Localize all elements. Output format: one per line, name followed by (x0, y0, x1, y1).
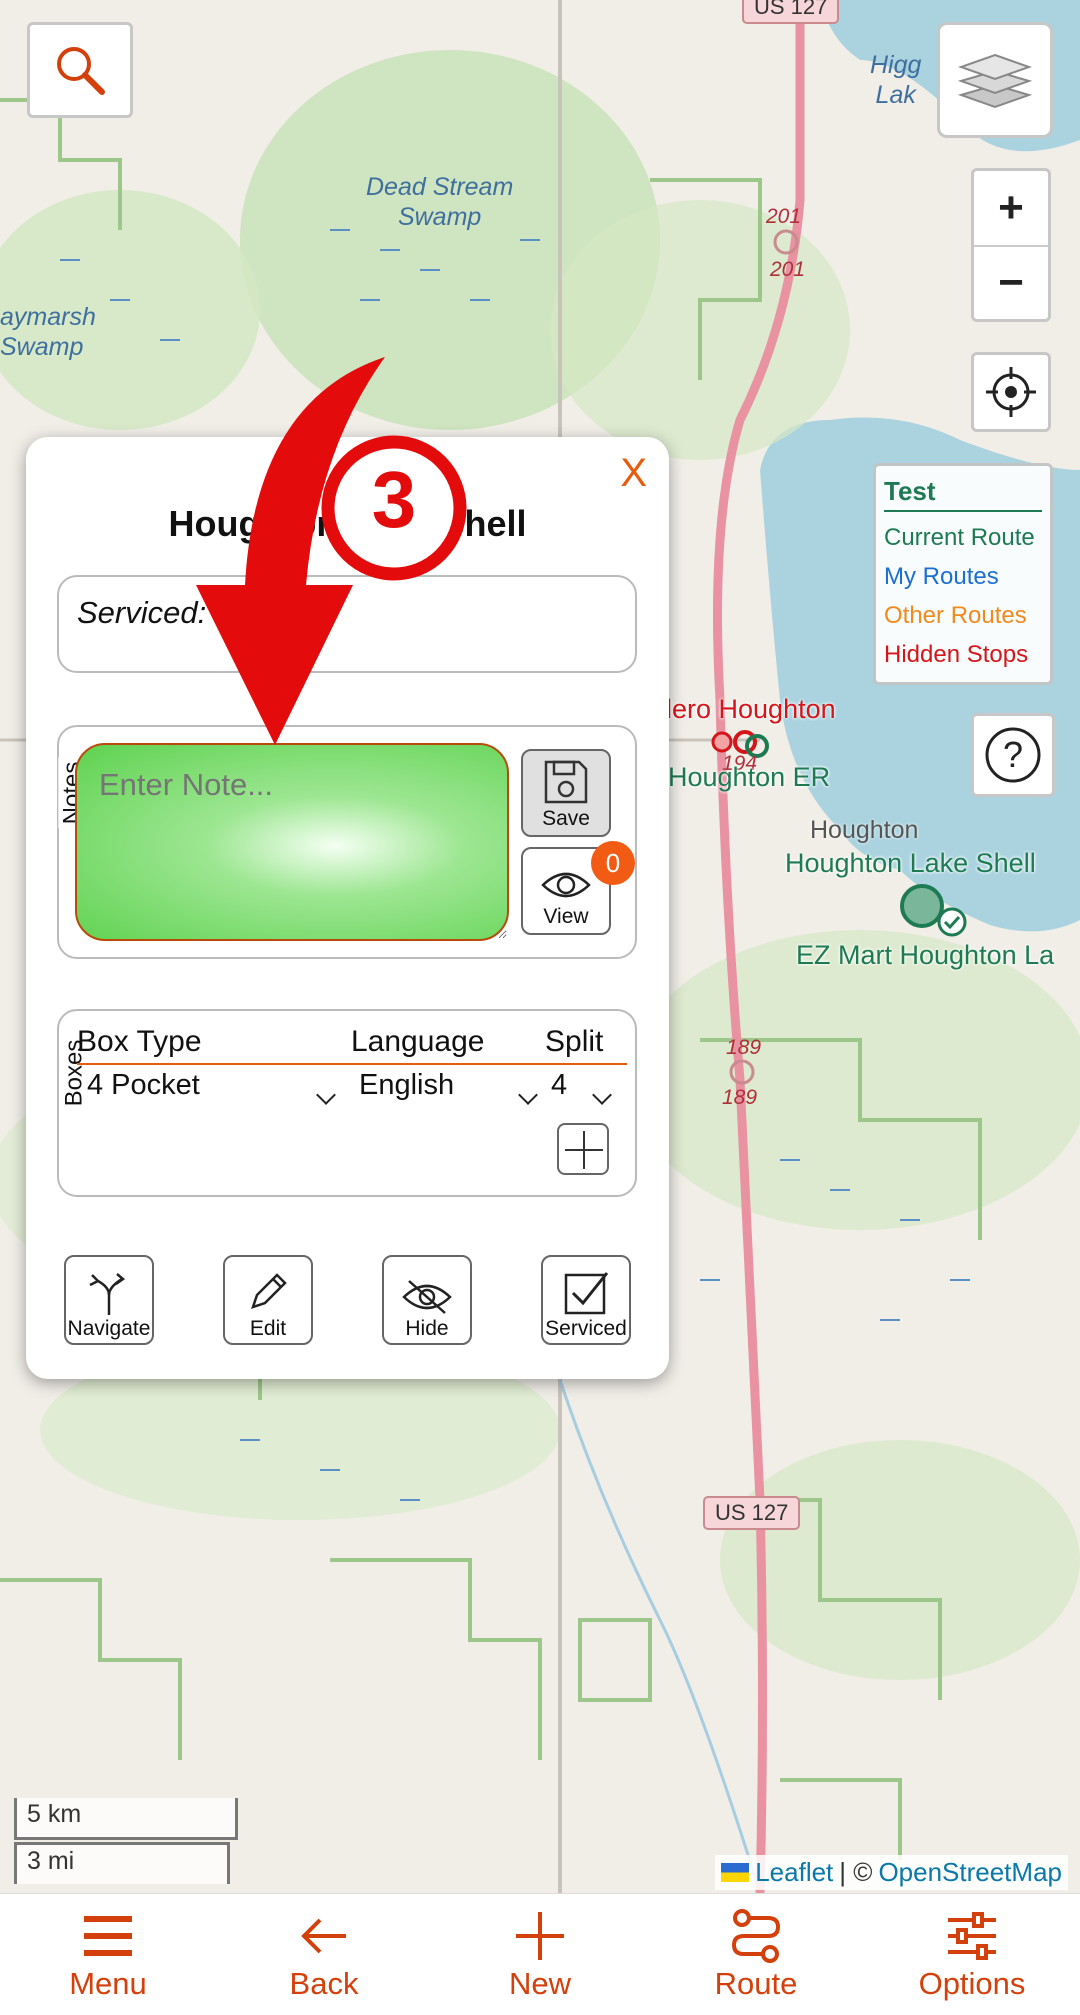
layers-icon (957, 53, 1033, 109)
plus-icon (516, 1911, 564, 1960)
search-icon (57, 47, 105, 95)
nav-route[interactable]: Route (648, 1894, 864, 2015)
route-shield-bottom: US 127 (703, 1496, 801, 1530)
map-label-swamp-west: aymarsh Swamp (0, 303, 96, 361)
route-legend: Test Current Route My Routes Other Route… (873, 463, 1053, 685)
locate-button[interactable] (971, 352, 1051, 432)
route-number: 189 (726, 1036, 762, 1059)
poi-label-houghton-lake-shell[interactable]: Houghton Lake Shell (785, 848, 1036, 879)
add-box-button[interactable] (557, 1123, 609, 1175)
legend-item-my-routes[interactable]: My Routes (884, 557, 1042, 596)
eye-slash-icon (402, 1280, 452, 1314)
boxes-section: Boxes Box Type Language Split 4 Pocket E… (57, 1009, 637, 1197)
serviced-button[interactable]: Serviced (541, 1255, 631, 1345)
town-label-houghton: Houghton (810, 816, 919, 844)
nav-back[interactable]: Back (216, 1894, 432, 2015)
ukraine-flag-icon (721, 1863, 750, 1882)
boxes-header-row: Box Type Language Split (77, 1025, 627, 1065)
help-icon: ? (985, 727, 1041, 783)
edit-button[interactable]: Edit (223, 1255, 313, 1345)
zoom-control: + − (971, 168, 1051, 322)
zoom-out-button[interactable]: − (974, 245, 1048, 319)
route-shield-top: US 127 (742, 0, 840, 24)
hide-label: Hide (405, 1317, 449, 1340)
layers-button[interactable] (937, 22, 1053, 138)
route-number: 189 (722, 1086, 758, 1109)
close-popup-button[interactable]: X (620, 451, 647, 496)
view-label: View (543, 905, 589, 928)
legend-item-other-routes[interactable]: Other Routes (884, 596, 1042, 635)
eye-icon (541, 872, 591, 898)
nav-options-label: Options (918, 1965, 1026, 2001)
stop-popup: X Houghton Lake Shell Serviced: Notes Sa… (26, 437, 669, 1379)
box-entry-row: 4 Pocket English 4 (77, 1069, 627, 1109)
serviced-status: Serviced: (57, 575, 637, 673)
poi-label-hero-houghton[interactable]: lero Houghton (666, 694, 836, 725)
edit-label: Edit (249, 1317, 287, 1340)
hamburger-icon (84, 1915, 132, 1956)
map-label-dead-stream-swamp: Dead Stream Swamp (366, 173, 514, 231)
view-notes-button[interactable]: View 0 (521, 841, 635, 935)
leaflet-link[interactable]: Leaflet (755, 1857, 833, 1888)
legend-title: Test (884, 476, 1042, 512)
chevron-down-icon (518, 1077, 538, 1110)
header-language: Language (351, 1025, 485, 1058)
openstreetmap-link[interactable]: OpenStreetMap (878, 1857, 1062, 1888)
help-button[interactable]: ? (971, 713, 1055, 797)
save-note-button[interactable]: Save (521, 749, 611, 837)
route-icon (731, 1908, 781, 1963)
checkbox-checked-icon (564, 1272, 609, 1315)
nav-back-label: Back (289, 1965, 359, 2001)
header-split: Split (545, 1025, 604, 1058)
attribution-separator: | © (839, 1857, 873, 1887)
zoom-in-button[interactable]: + (974, 171, 1048, 245)
chevron-down-icon (316, 1077, 336, 1110)
step-number: 3 (371, 455, 417, 544)
header-box-type: Box Type (77, 1025, 202, 1058)
nav-new[interactable]: New (432, 1894, 648, 2015)
box-type-select[interactable]: 4 Pocket (87, 1069, 200, 1102)
route-number: 201 (766, 205, 802, 228)
route-number: 201 (770, 258, 806, 281)
nav-route-label: Route (714, 1965, 798, 2001)
serviced-button-label: Serviced (545, 1317, 627, 1340)
nav-menu-label: Menu (69, 1965, 147, 2001)
poi-label-ez-mart[interactable]: EZ Mart Houghton La (796, 940, 1054, 971)
navigate-label: Navigate (67, 1317, 151, 1340)
notes-count-badge: 0 (591, 841, 635, 885)
language-select[interactable]: English (359, 1069, 454, 1102)
notes-section: Notes Save View 0 (57, 725, 637, 959)
scale-mi: 3 mi (14, 1842, 230, 1884)
bottom-navigation: Menu Back New Route Options (0, 1893, 1080, 2015)
serviced-label: Serviced: (77, 595, 207, 630)
note-input[interactable] (75, 743, 509, 941)
scale-km: 5 km (14, 1798, 238, 1840)
pencil-icon (251, 1273, 287, 1309)
map-scale: 5 km 3 mi (14, 1798, 238, 1884)
sliders-icon (948, 1911, 996, 1960)
poi-label-houghton-er[interactable]: Houghton ER (668, 762, 830, 793)
svg-text:?: ? (1003, 734, 1023, 775)
nav-options[interactable]: Options (864, 1894, 1080, 2015)
navigate-button[interactable]: Navigate (64, 1255, 154, 1345)
split-select[interactable]: 4 (551, 1069, 567, 1102)
search-button[interactable] (27, 22, 133, 118)
floppy-disk-icon (544, 760, 588, 804)
hide-button[interactable]: Hide (382, 1255, 472, 1345)
nav-new-label: New (508, 1965, 571, 2001)
save-label: Save (542, 807, 590, 830)
crosshair-icon (986, 367, 1036, 417)
nav-menu[interactable]: Menu (0, 1894, 216, 2015)
chevron-down-icon (592, 1077, 612, 1110)
legend-item-hidden-stops[interactable]: Hidden Stops (884, 635, 1042, 674)
arrow-left-icon (301, 1918, 346, 1953)
map-label-higgins-lake: Higg Lak (870, 51, 922, 109)
map-attribution: Leaflet | © OpenStreetMap (715, 1855, 1068, 1890)
legend-item-current-route[interactable]: Current Route (884, 518, 1042, 557)
fork-arrows-icon (89, 1273, 126, 1315)
